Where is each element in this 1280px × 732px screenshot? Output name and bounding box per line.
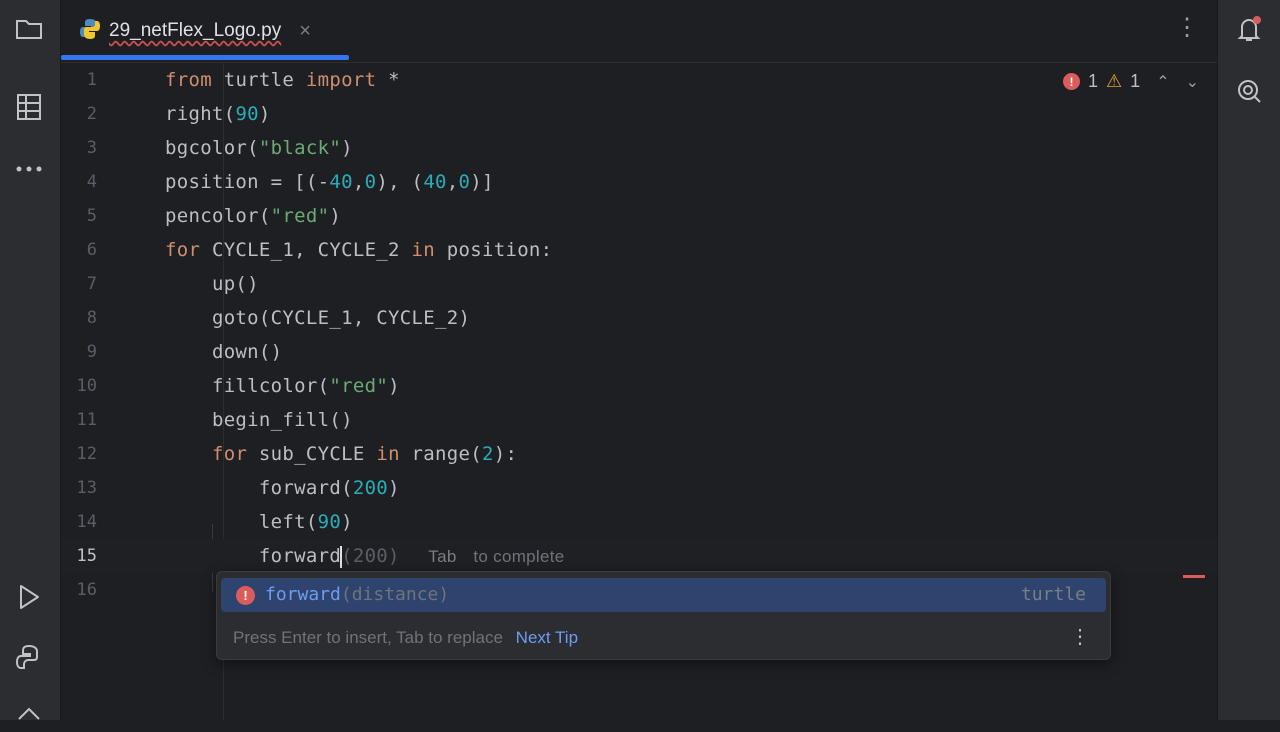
- code-line: 1 from turtle import *: [61, 63, 1217, 97]
- line-number: 6: [86, 240, 97, 260]
- code-text: position = [(-40,0), (40,0)]: [165, 171, 494, 193]
- completion-footer: Press Enter to insert, Tab to replace Ne…: [233, 628, 578, 648]
- code-text: from turtle import *: [165, 69, 400, 91]
- active-tab-indicator: [61, 55, 349, 60]
- code-line: 6 for CYCLE_1, CYCLE_2 in position:: [61, 233, 1217, 267]
- line-number: 16: [76, 580, 97, 600]
- line-number: 4: [86, 172, 97, 192]
- terminal-icon[interactable]: [10, 694, 48, 732]
- current-code-line: 15 forward(200) Tab to complete: [61, 539, 1217, 573]
- code-line: 4 position = [(-40,0), (40,0)]: [61, 165, 1217, 199]
- code-text: begin_fill(): [165, 409, 353, 431]
- error-stripe-marker[interactable]: [1183, 575, 1205, 578]
- code-line: 5 pencolor("red"): [61, 199, 1217, 233]
- code-line: 9 down(): [61, 335, 1217, 369]
- error-icon: !: [236, 586, 255, 605]
- code-line: 13 forward(200): [61, 471, 1217, 505]
- code-line: 8 goto(CYCLE_1, CYCLE_2): [61, 301, 1217, 335]
- line-number: 14: [76, 512, 97, 532]
- code-line: 7 up(): [61, 267, 1217, 301]
- popup-options-icon[interactable]: ⋮: [1070, 627, 1090, 647]
- right-toolbar: [1217, 0, 1280, 720]
- line-number: 9: [86, 342, 97, 362]
- line-number: 12: [76, 444, 97, 464]
- line-number: 13: [76, 478, 97, 498]
- code-text: for CYCLE_1, CYCLE_2 in position:: [165, 239, 553, 261]
- editor-tab-bar: 29_netFlex_Logo.py × ⋮: [61, 0, 1217, 63]
- code-text: forward(200): [165, 477, 400, 499]
- notifications-icon[interactable]: [1230, 10, 1268, 48]
- structure-icon[interactable]: [10, 88, 48, 126]
- code-line: 12 for sub_CYCLE in range(2):: [61, 437, 1217, 471]
- tab-title: 29_netFlex_Logo.py: [109, 20, 282, 41]
- code-text: left(90): [165, 511, 353, 533]
- code-text: goto(CYCLE_1, CYCLE_2): [165, 307, 471, 329]
- tab-key-hint: Tab: [428, 547, 457, 566]
- code-text: right(90): [165, 103, 271, 125]
- editor-options-icon[interactable]: ⋮: [1175, 16, 1199, 40]
- code-text: down(): [165, 341, 283, 363]
- close-tab-icon[interactable]: ×: [299, 20, 311, 43]
- more-icon[interactable]: [10, 150, 48, 188]
- left-toolbar: [0, 0, 61, 720]
- code-text: forward(200) Tab to complete: [165, 545, 565, 568]
- code-text: pencolor("red"): [165, 205, 342, 227]
- completion-params: (distance): [340, 584, 450, 605]
- line-number: 3: [86, 138, 97, 158]
- python-console-icon[interactable]: [10, 638, 48, 676]
- code-line: 14 left(90): [61, 505, 1217, 539]
- editor-tab[interactable]: 29_netFlex_Logo.py ×: [79, 14, 311, 48]
- line-number: 5: [86, 206, 97, 226]
- ghost-completion: (200): [341, 545, 400, 567]
- code-line: 10 fillcolor("red"): [61, 369, 1217, 403]
- code-completion-popup: ! forward(distance) turtle Press Enter t…: [216, 571, 1111, 660]
- code-text: up(): [165, 273, 259, 295]
- code-line: 3 bgcolor("black"): [61, 131, 1217, 165]
- code-line: 2 right(90): [61, 97, 1217, 131]
- line-number: 11: [76, 410, 97, 430]
- code-line: 11 begin_fill(): [61, 403, 1217, 437]
- line-number: 7: [86, 274, 97, 294]
- line-number: 2: [86, 104, 97, 124]
- completion-name: forward: [265, 584, 341, 605]
- ai-assistant-icon[interactable]: [1230, 72, 1268, 110]
- code-text: for sub_CYCLE in range(2):: [211, 443, 518, 465]
- python-file-icon: [79, 18, 101, 45]
- folder-icon[interactable]: [10, 10, 48, 48]
- code-text: bgcolor("black"): [165, 137, 353, 159]
- line-number: 1: [86, 70, 97, 90]
- completion-item[interactable]: ! forward(distance) turtle: [221, 578, 1106, 612]
- line-number: 8: [86, 308, 97, 328]
- completion-function: forward(distance): [265, 578, 449, 612]
- line-number: 15: [76, 546, 97, 566]
- completion-hint: to complete: [473, 547, 565, 566]
- completion-footer-text: Press Enter to insert, Tab to replace: [233, 628, 503, 647]
- line-number: 10: [76, 376, 97, 396]
- code-text: fillcolor("red"): [165, 375, 400, 397]
- completion-module: turtle: [1020, 584, 1086, 605]
- run-icon[interactable]: [10, 578, 48, 616]
- next-tip-link[interactable]: Next Tip: [516, 628, 578, 647]
